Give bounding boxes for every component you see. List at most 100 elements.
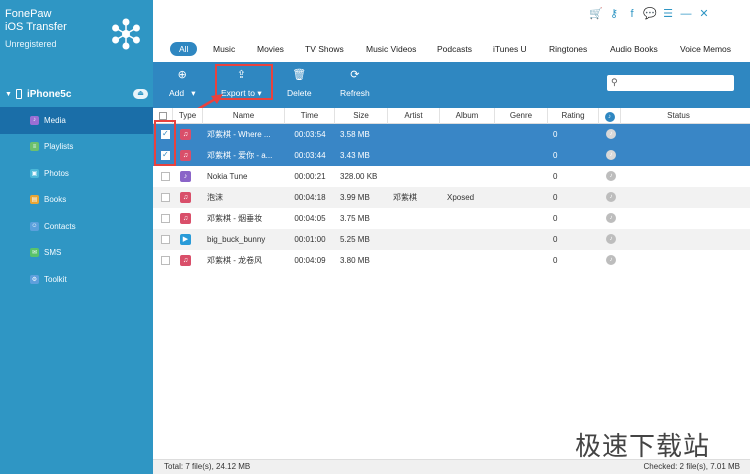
sidebar-item-toolkit[interactable]: ⚙ Toolkit [0,266,153,293]
cell-size: 328.00 KB [340,172,378,181]
col-rating[interactable]: Rating [548,108,599,124]
cart-icon[interactable]: 🛒 [589,8,603,20]
book-icon: ▤ [30,195,39,205]
tab-audio-books[interactable]: Audio Books [610,44,658,54]
col-cloud-icon[interactable]: ♪ [599,108,621,124]
media-filter-tabs: All Music Movies TV Shows Music Videos Podcas… [153,36,750,62]
cell-time: 00:01:00 [294,235,326,244]
tab-music[interactable]: Music [213,44,235,54]
col-artist[interactable]: Artist [388,108,440,124]
table-row[interactable]: ♪ Nokia Tune 00:00:21 328.00 KB 0 ♪ [153,166,750,187]
search-icon: ⚲ [611,77,618,87]
table-row[interactable]: ♫ 邓紫棋 - 爱你 - a... 00:03:44 3.43 MB 0 ♪ [153,145,750,166]
cell-genre [495,187,548,208]
sidebar-item-books[interactable]: ▤ Books [0,187,153,214]
col-time[interactable]: Time [285,108,335,124]
delete-button[interactable]: 🗑 Delete [287,67,312,99]
row-checkbox[interactable] [161,172,170,181]
phone-icon [15,89,22,99]
music-type-icon: ♫ [180,129,191,140]
search-input[interactable]: ⚲ [607,75,734,91]
tab-podcasts[interactable]: Podcasts [437,44,472,54]
eject-icon[interactable]: ⏏ [133,89,148,99]
checked-summary: Checked: 2 file(s), 7.01 MB [643,462,740,471]
sidebar-item-label: SMS [44,248,62,258]
sidebar: FonePaw iOS Transfer Unregistered ▼ iPho… [0,0,153,474]
table-body: ♫ 邓紫棋 - Where ... 00:03:54 3.58 MB 0 ♪ ♫ 邓紫棋 - … [153,124,750,271]
key-icon[interactable]: ⚷ [608,8,620,20]
cell-name: 邓紫棋 - 烟垂妆 [207,214,263,223]
row-checkbox[interactable] [161,193,170,202]
col-status[interactable]: Status [621,108,736,124]
cell-album [447,145,495,166]
row-checkbox[interactable] [161,235,170,244]
row-checkbox[interactable] [161,214,170,223]
sidebar-item-contacts[interactable]: ☺ Contacts [0,213,153,240]
table-row[interactable]: ♫ 邓紫棋 - 龙卷风 00:04:09 3.80 MB 0 ♪ [153,250,750,271]
cell-size: 3.99 MB [340,193,370,202]
music-note-icon: ♪ [30,115,39,125]
cell-name: 邓紫棋 - 爱你 - a... [207,151,273,160]
music-type-icon: ♫ [180,213,191,224]
sync-status-icon: ♪ [606,192,616,202]
cell-time: 00:03:54 [294,130,326,139]
tab-all[interactable]: All [170,42,198,56]
music-type-icon: ♫ [180,192,191,203]
sidebar-item-label: Photos [44,168,69,178]
col-name[interactable]: Name [203,108,285,124]
tab-movies[interactable]: Movies [257,44,284,54]
cell-rating: 0 [553,256,558,265]
tab-music-videos[interactable]: Music Videos [366,44,416,54]
cell-rating: 0 [553,130,558,139]
sidebar-item-sms[interactable]: ✉ SMS [0,240,153,267]
table-row[interactable]: ♫ 泡沫 00:04:18 3.99 MB 邓紫棋 Xposed 0 ♪ [153,187,750,208]
sidebar-item-media[interactable]: ♪ Media [0,107,153,134]
expand-triangle-icon[interactable]: ▼ [5,91,12,98]
col-genre[interactable]: Genre [495,108,548,124]
close-icon[interactable]: ✕ [698,8,710,20]
sidebar-item-label: Playlists [44,142,74,152]
col-album[interactable]: Album [440,108,495,124]
minimize-icon[interactable]: — [680,8,692,20]
cell-genre [495,145,548,166]
cell-size: 3.43 MB [340,151,370,160]
facebook-icon[interactable]: f [626,8,638,20]
cell-artist [393,145,440,166]
row-checkbox[interactable] [161,256,170,265]
sidebar-item-photos[interactable]: ▣ Photos [0,160,153,187]
photo-icon: ▣ [30,168,39,178]
checkbox-highlight-box [154,120,176,166]
sidebar-item-playlists[interactable]: ≡ Playlists [0,134,153,161]
col-size[interactable]: Size [335,108,388,124]
cell-album [447,208,495,229]
cell-genre [495,250,548,271]
tab-ringtones[interactable]: Ringtones [549,44,587,54]
cell-size: 5.25 MB [340,235,370,244]
refresh-button[interactable]: ⟳ Refresh [340,67,370,99]
table-row[interactable]: ♫ 邓紫棋 - Where ... 00:03:54 3.58 MB 0 ♪ [153,124,750,145]
movie-type-icon: ▶ [180,234,191,245]
device-row[interactable]: ▼ iPhone5c ⏏ [0,84,153,104]
sidebar-item-label: Media [44,115,66,125]
table-row[interactable]: ♫ 邓紫棋 - 烟垂妆 00:04:05 3.75 MB 0 ♪ [153,208,750,229]
cell-rating: 0 [553,235,558,244]
cell-time: 00:03:44 [294,151,326,160]
tab-itunes-u[interactable]: iTunes U [493,44,527,54]
tab-voice-memos[interactable]: Voice Memos [680,44,731,54]
menu-icon[interactable]: ☰ [662,8,674,20]
table-header: Type Name Time Size Artist Album Genre R… [153,108,750,124]
app-brand: FonePaw iOS Transfer Unregistered [0,0,153,76]
cell-artist [393,229,440,250]
cell-artist: 邓紫棋 [393,193,417,202]
feedback-icon[interactable]: 💬 [643,8,657,20]
total-summary: Total: 7 file(s), 24.12 MB [164,462,251,471]
tab-tv-shows[interactable]: TV Shows [305,44,344,54]
cell-genre [495,124,548,145]
cell-genre [495,208,548,229]
cell-name: 邓紫棋 - Where ... [207,130,271,139]
col-type[interactable]: Type [173,108,203,124]
cell-size: 3.75 MB [340,214,370,223]
table-row[interactable]: ▶ big_buck_bunny 00:01:00 5.25 MB 0 ♪ [153,229,750,250]
cell-artist [393,208,440,229]
app-logo-icon [112,18,140,50]
